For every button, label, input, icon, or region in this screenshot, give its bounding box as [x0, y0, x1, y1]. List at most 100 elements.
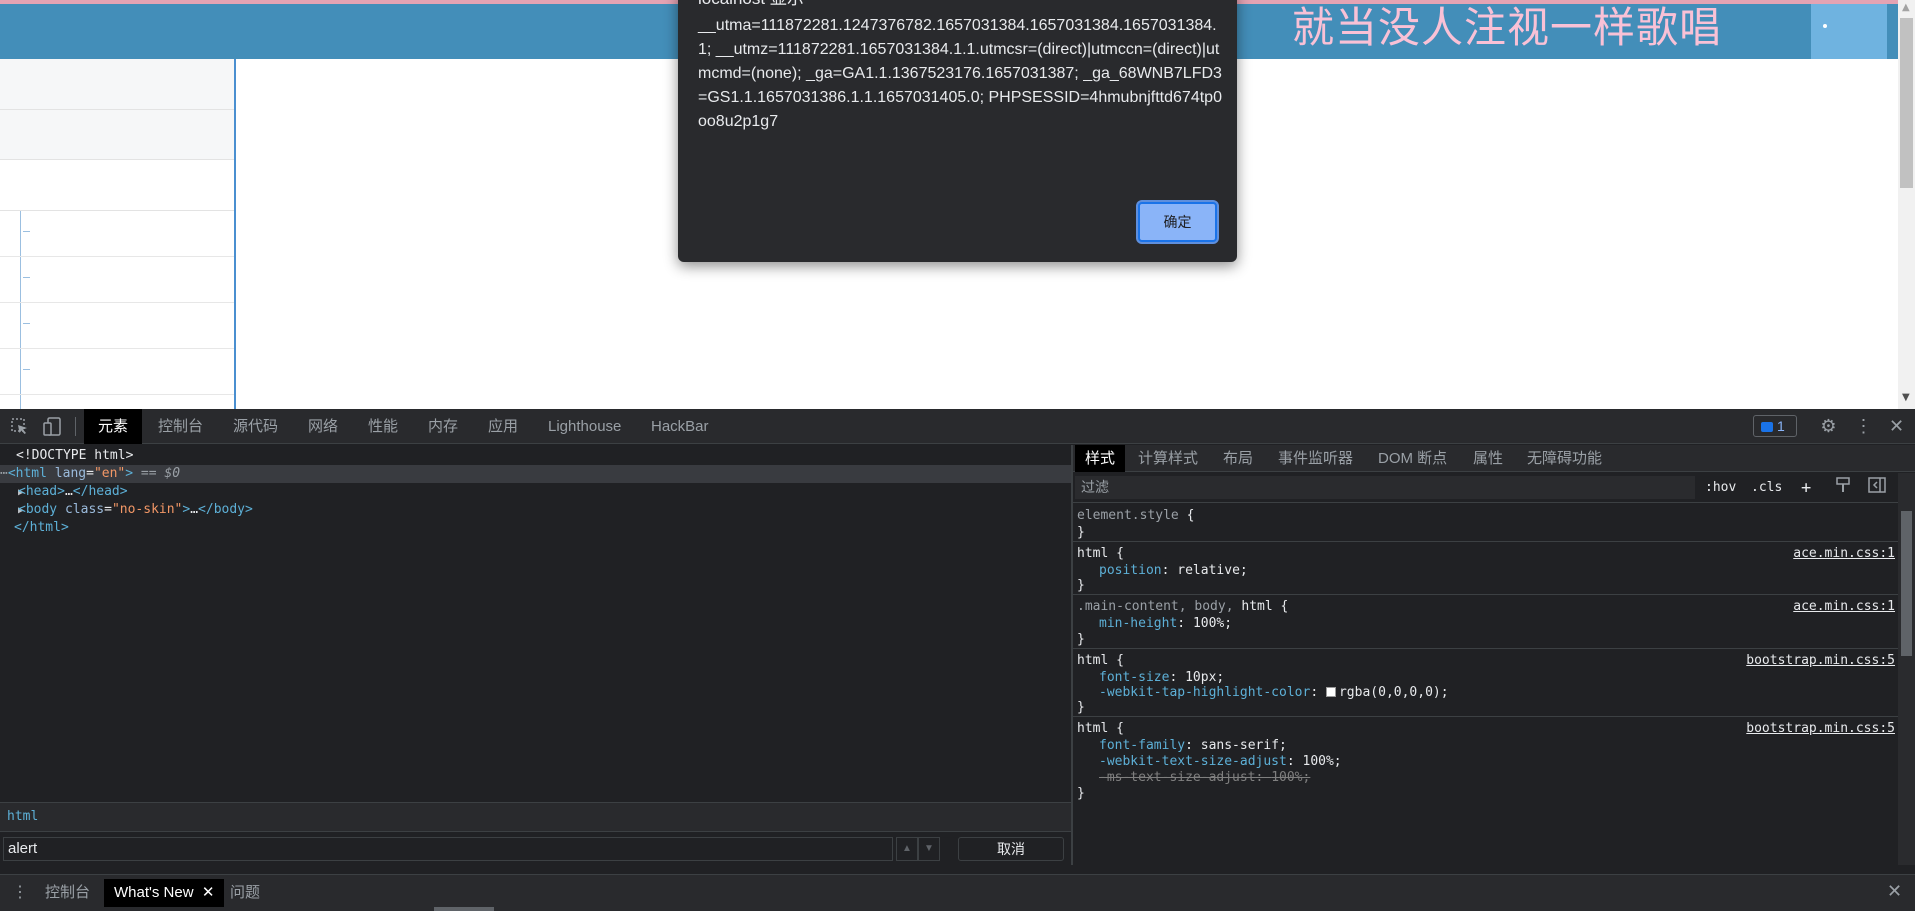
submenu-item[interactable] [0, 257, 234, 303]
expand-triangle-icon[interactable]: ▶ [0, 502, 24, 520]
expand-triangle-icon[interactable]: ▶ [0, 484, 24, 502]
tab-elements[interactable]: 元素 [84, 409, 143, 444]
inspect-element-icon[interactable] [10, 417, 29, 436]
scrollbar-thumb[interactable] [1900, 18, 1913, 188]
tab-accessibility[interactable]: 无障碍功能 [1527, 445, 1602, 472]
scroll-up-arrow-icon[interactable]: ▲ [1902, 2, 1910, 13]
ok-button[interactable]: 确定 [1138, 202, 1217, 242]
sidebar-row[interactable] [0, 59, 234, 110]
prop-value[interactable]: 100%; [1193, 616, 1232, 631]
prop-value[interactable]: sans-serif; [1201, 738, 1287, 753]
styles-panel: 样式 计算样式 布局 事件监听器 DOM 断点 属性 无障碍功能 过滤 :hov… [1073, 445, 1915, 865]
page-scrollbar[interactable]: ▲ ▼ [1898, 0, 1915, 409]
prop-name[interactable]: -webkit-tap-highlight-color [1099, 685, 1310, 700]
paint-brush-icon[interactable] [1835, 477, 1851, 499]
toggle-sidebar-icon[interactable] [1868, 477, 1886, 499]
cancel-button[interactable]: 取消 [958, 837, 1064, 861]
rule-source-link[interactable]: bootstrap.min.css:5 [1746, 720, 1895, 737]
alert-title: localhost 显示 [698, 0, 804, 9]
style-rule[interactable]: .main-content, body, html { ace.min.css:… [1073, 595, 1898, 649]
tab-layout[interactable]: 布局 [1223, 445, 1253, 472]
dom-html-close[interactable]: </html> [0, 519, 1071, 537]
scrollbar-thumb[interactable] [1901, 511, 1912, 656]
prop-name[interactable]: font-family [1099, 738, 1185, 753]
prop-name[interactable]: -webkit-text-size-adjust [1099, 754, 1287, 769]
prop-name[interactable]: min-height [1099, 616, 1177, 631]
style-rule[interactable]: html { bootstrap.min.css:5 font-family: … [1073, 717, 1898, 807]
prop-value[interactable]: 10px; [1185, 670, 1224, 685]
dom-doctype[interactable]: <!DOCTYPE html> [0, 447, 1071, 465]
html-lang-value: "en" [93, 466, 126, 481]
rule-source-link[interactable]: ace.min.css:1 [1793, 545, 1895, 562]
close-drawer-icon[interactable]: ✕ [1887, 881, 1902, 902]
drawer-menu-icon[interactable]: ⋮ [12, 882, 28, 902]
scroll-down-arrow-icon[interactable]: ▼ [1902, 392, 1910, 403]
rule-source-link[interactable]: ace.min.css:1 [1793, 598, 1895, 615]
tab-styles[interactable]: 样式 [1075, 445, 1126, 472]
dom-html-node[interactable]: ⋯<html lang="en"> == $0 [0, 465, 1071, 483]
submenu-item[interactable] [0, 211, 234, 257]
tab-sources[interactable]: 源代码 [233, 409, 278, 444]
drawer-tab-console[interactable]: 控制台 [45, 879, 90, 907]
search-prev-icon[interactable]: ▲ [896, 837, 918, 861]
rule-source-link[interactable]: bootstrap.min.css:5 [1746, 652, 1895, 669]
tab-application[interactable]: 应用 [488, 409, 518, 444]
rule-open-brace: { [1186, 508, 1195, 523]
prop-name[interactable]: font-size [1099, 670, 1169, 685]
search-input[interactable]: alert [3, 837, 893, 861]
dom-body-node[interactable]: ▶<body class="no-skin">…</body> [0, 501, 1071, 519]
dom-head-node[interactable]: ▶<head>…</head> [0, 483, 1071, 501]
device-toolbar-icon[interactable] [43, 417, 62, 436]
cls-button[interactable]: .cls [1751, 477, 1782, 499]
styles-scrollbar[interactable] [1898, 473, 1915, 865]
sidebar-row[interactable] [0, 160, 234, 211]
prop-value-overridden[interactable]: 100%; [1271, 770, 1310, 785]
tab-computed[interactable]: 计算样式 [1138, 445, 1198, 472]
prop-value[interactable]: 100%; [1303, 754, 1342, 769]
submenu-item[interactable] [0, 349, 234, 395]
breadcrumb-html[interactable]: html [7, 809, 38, 824]
prop-name[interactable]: position [1099, 563, 1162, 578]
color-swatch[interactable] [1325, 687, 1336, 697]
add-rule-button[interactable]: + [1801, 477, 1811, 499]
tab-console[interactable]: 控制台 [158, 409, 203, 444]
elements-search-bar: alert ▲ ▼ 取消 [0, 831, 1071, 865]
sidebar-submenu [0, 211, 234, 409]
tab-properties[interactable]: 属性 [1473, 445, 1503, 472]
rule-selector-dim: .main-content, body, [1077, 599, 1234, 614]
close-icon[interactable]: ✕ [1887, 417, 1906, 436]
banner-title: 就当没人注视一样歌唱 [1292, 3, 1723, 52]
style-rule[interactable]: html { ace.min.css:1 position: relative;… [1073, 542, 1898, 595]
head-ellipsis: … [64, 484, 73, 499]
devtools-drawer: ⋮ 控制台 What's New ✕ 问题 ✕ [0, 874, 1915, 911]
search-next-icon[interactable]: ▼ [918, 837, 940, 861]
tab-lighthouse[interactable]: Lighthouse [548, 409, 621, 444]
gear-icon[interactable]: ⚙ [1819, 417, 1838, 436]
issues-badge[interactable]: 1 [1753, 415, 1797, 437]
filter-input[interactable]: 过滤 [1075, 476, 1695, 499]
drawer-tab-whats-new[interactable]: What's New ✕ [104, 879, 225, 907]
more-options-icon[interactable]: ⋮ [1854, 417, 1873, 436]
rule-selector: html [1077, 653, 1109, 668]
rule-selector: html [1077, 721, 1109, 736]
tab-dom-breakpoints[interactable]: DOM 断点 [1378, 445, 1447, 472]
body-class-value: "no-skin" [111, 502, 183, 517]
style-rule[interactable]: element.style { } [1073, 504, 1898, 542]
style-rule[interactable]: html { bootstrap.min.css:5 font-size: 10… [1073, 649, 1898, 717]
close-tab-icon[interactable]: ✕ [202, 884, 215, 901]
prop-name-overridden[interactable]: -ms-text-size-adjust [1099, 770, 1256, 785]
drawer-tab-issues[interactable]: 问题 [230, 879, 260, 907]
prop-value[interactable]: relative; [1177, 563, 1247, 578]
tab-hackbar[interactable]: HackBar [651, 409, 709, 444]
hov-button[interactable]: :hov [1705, 477, 1736, 499]
submenu-item[interactable] [0, 303, 234, 349]
head-tag: <head> [18, 484, 65, 499]
tab-performance[interactable]: 性能 [368, 409, 398, 444]
banner-menu-button[interactable] [1811, 4, 1887, 59]
tab-memory[interactable]: 内存 [428, 409, 458, 444]
tab-event-listeners[interactable]: 事件监听器 [1278, 445, 1353, 472]
prop-value[interactable]: rgba(0,0,0,0); [1339, 685, 1449, 700]
rule-selector: element.style [1077, 508, 1179, 523]
sidebar-row[interactable] [0, 110, 234, 160]
tab-network[interactable]: 网络 [308, 409, 338, 444]
